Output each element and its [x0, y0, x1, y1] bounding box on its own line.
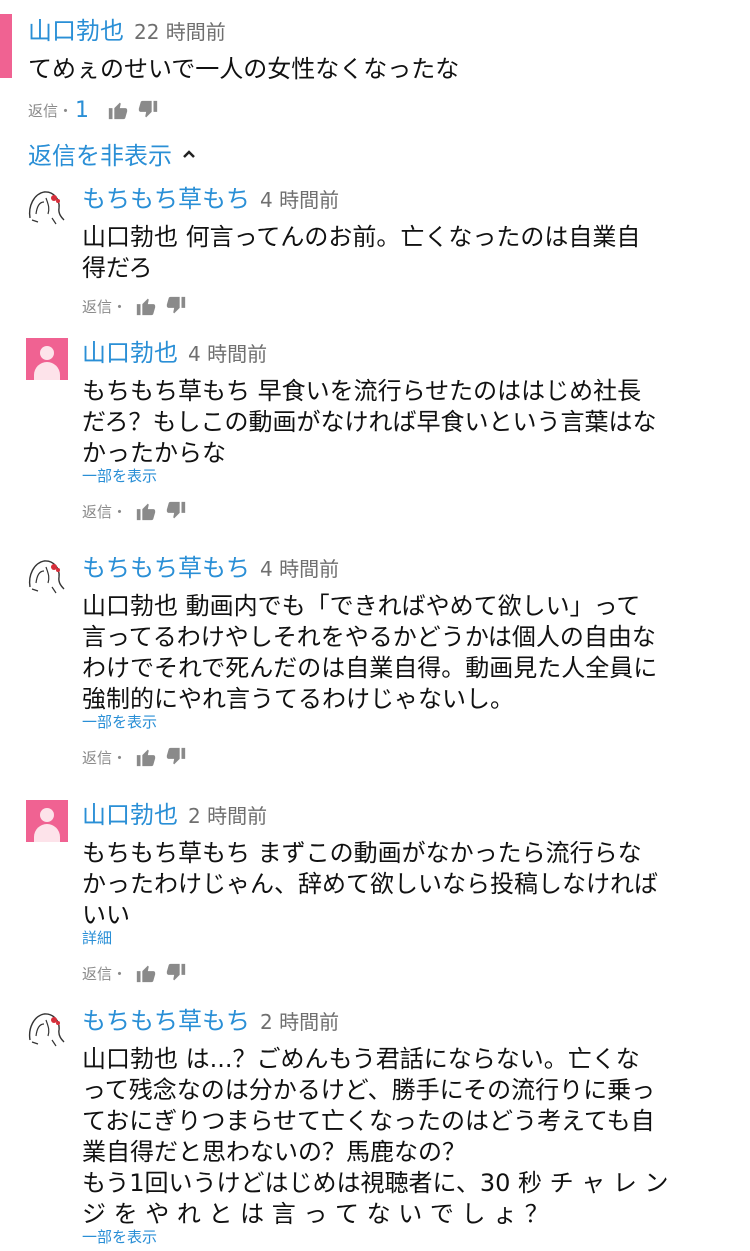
- chevron-up-icon: [182, 144, 196, 163]
- reply-button[interactable]: 返信・: [82, 747, 127, 768]
- reply-time: 4 時間前: [260, 188, 340, 212]
- hide-replies-label: 返信を非表示: [28, 142, 172, 170]
- reply-text-line: だろ？もしこの動画がなければ早食いという言葉はな: [82, 408, 657, 436]
- reply-text-line: かったからな: [82, 439, 226, 467]
- reply-text-line: もう1回いうけどはじめは視聴者に、30 秒 チ ャ レ ン: [82, 1169, 669, 1197]
- reply-actions: 返信・: [82, 961, 187, 985]
- reply-actions: 返信・: [82, 499, 187, 523]
- show-more-link[interactable]: 一部を表示: [82, 713, 157, 731]
- reply-button[interactable]: 返信・: [28, 100, 73, 121]
- reply-time: 2 時間前: [260, 1010, 340, 1034]
- reply-button[interactable]: 返信・: [82, 501, 127, 522]
- top-comment-time: 22 時間前: [134, 20, 226, 44]
- reply-text-line: 業自得だと思わないの？馬鹿なの？: [82, 1138, 466, 1166]
- reply-header: 山口勃也 4 時間前: [82, 338, 267, 369]
- reply-author[interactable]: 山口勃也: [82, 801, 178, 829]
- thumbs-down-icon[interactable]: [165, 295, 187, 317]
- reply-text-line: って残念なのは分かるけど、勝手にその流行りに乗っ: [82, 1076, 656, 1104]
- reply-text-line: もちもち草もち 早食いを流行らせたのははじめ社長: [82, 377, 642, 405]
- sketch-avatar-icon: [24, 1006, 68, 1050]
- reply-text-line: かったわけじゃん、辞めて欲しいなら投稿しなければ: [82, 870, 658, 898]
- reply-author[interactable]: もちもち草もち: [82, 554, 250, 582]
- reply-text-line: ジ を や れ と は 言 っ て な い で し ょ ？: [82, 1200, 549, 1228]
- reply-text-line: 強制的にやれ言うてるわけじゃないし。: [82, 685, 514, 713]
- thumbs-up-icon[interactable]: [135, 500, 157, 522]
- sketch-avatar-icon: [24, 553, 68, 597]
- top-comment-header: 山口勃也 22 時間前: [28, 16, 226, 47]
- reply-text-line: 山口勃也 は...？ごめんもう君話にならない。亡くな: [82, 1045, 640, 1073]
- reply-text-line: 山口勃也 動画内でも「できればやめて欲しい」って: [82, 592, 641, 620]
- show-more-link[interactable]: 一部を表示: [82, 1228, 157, 1246]
- hide-replies-button[interactable]: 返信を非表示: [28, 136, 196, 171]
- pink-avatar: [26, 338, 68, 380]
- reply-actions: 返信・: [82, 294, 187, 318]
- reply-button[interactable]: 返信・: [82, 296, 127, 317]
- reply-text-line: いい: [82, 901, 130, 929]
- reply-time: 4 時間前: [188, 342, 268, 366]
- thumbs-up-icon[interactable]: [107, 99, 129, 121]
- sketch-avatar-icon: [24, 184, 68, 228]
- reply-text-line: もちもち草もち まずこの動画がなかったら流行らな: [82, 839, 642, 867]
- top-avatar: [0, 14, 12, 78]
- reply-header: もちもち草もち 4 時間前: [82, 184, 339, 215]
- reply-header: もちもち草もち 4 時間前: [82, 553, 339, 584]
- show-more-link[interactable]: 詳細: [82, 929, 112, 947]
- pink-avatar: [26, 800, 68, 842]
- reply-text-line: 得だろ: [82, 254, 153, 282]
- reply-time: 4 時間前: [260, 557, 340, 581]
- reply-count[interactable]: 1: [75, 98, 89, 123]
- thumbs-up-icon[interactable]: [135, 295, 157, 317]
- reply-header: 山口勃也 2 時間前: [82, 800, 267, 831]
- reply-time: 2 時間前: [188, 804, 268, 828]
- thumbs-down-icon[interactable]: [165, 500, 187, 522]
- reply-actions: 返信・: [82, 745, 187, 769]
- reply-text-line: わけでそれで死んだのは自業自得。動画見た人全員に: [82, 654, 658, 682]
- reply-header: もちもち草もち 2 時間前: [82, 1006, 339, 1037]
- reply-text-line: 山口勃也 何言ってんのお前。亡くなったのは自業自: [82, 223, 641, 251]
- thumbs-down-icon[interactable]: [165, 746, 187, 768]
- thumbs-up-icon[interactable]: [135, 746, 157, 768]
- thumbs-down-icon[interactable]: [137, 99, 159, 121]
- thumbs-up-icon[interactable]: [135, 962, 157, 984]
- reply-author[interactable]: もちもち草もち: [82, 185, 250, 213]
- top-comment-text: てめぇのせいで一人の女性なくなったな: [28, 55, 460, 83]
- reply-text-line: 言ってるわけやしそれをやるかどうかは個人の自由な: [82, 623, 656, 651]
- top-comment-author[interactable]: 山口勃也: [28, 17, 124, 45]
- reply-author[interactable]: 山口勃也: [82, 339, 178, 367]
- reply-button[interactable]: 返信・: [82, 963, 127, 984]
- show-more-link[interactable]: 一部を表示: [82, 467, 157, 485]
- thumbs-down-icon[interactable]: [165, 962, 187, 984]
- reply-author[interactable]: もちもち草もち: [82, 1007, 250, 1035]
- top-comment-actions: 返信・ 1: [28, 96, 159, 124]
- reply-text-line: ておにぎりつまらせて亡くなったのはどう考えても自: [82, 1107, 655, 1135]
